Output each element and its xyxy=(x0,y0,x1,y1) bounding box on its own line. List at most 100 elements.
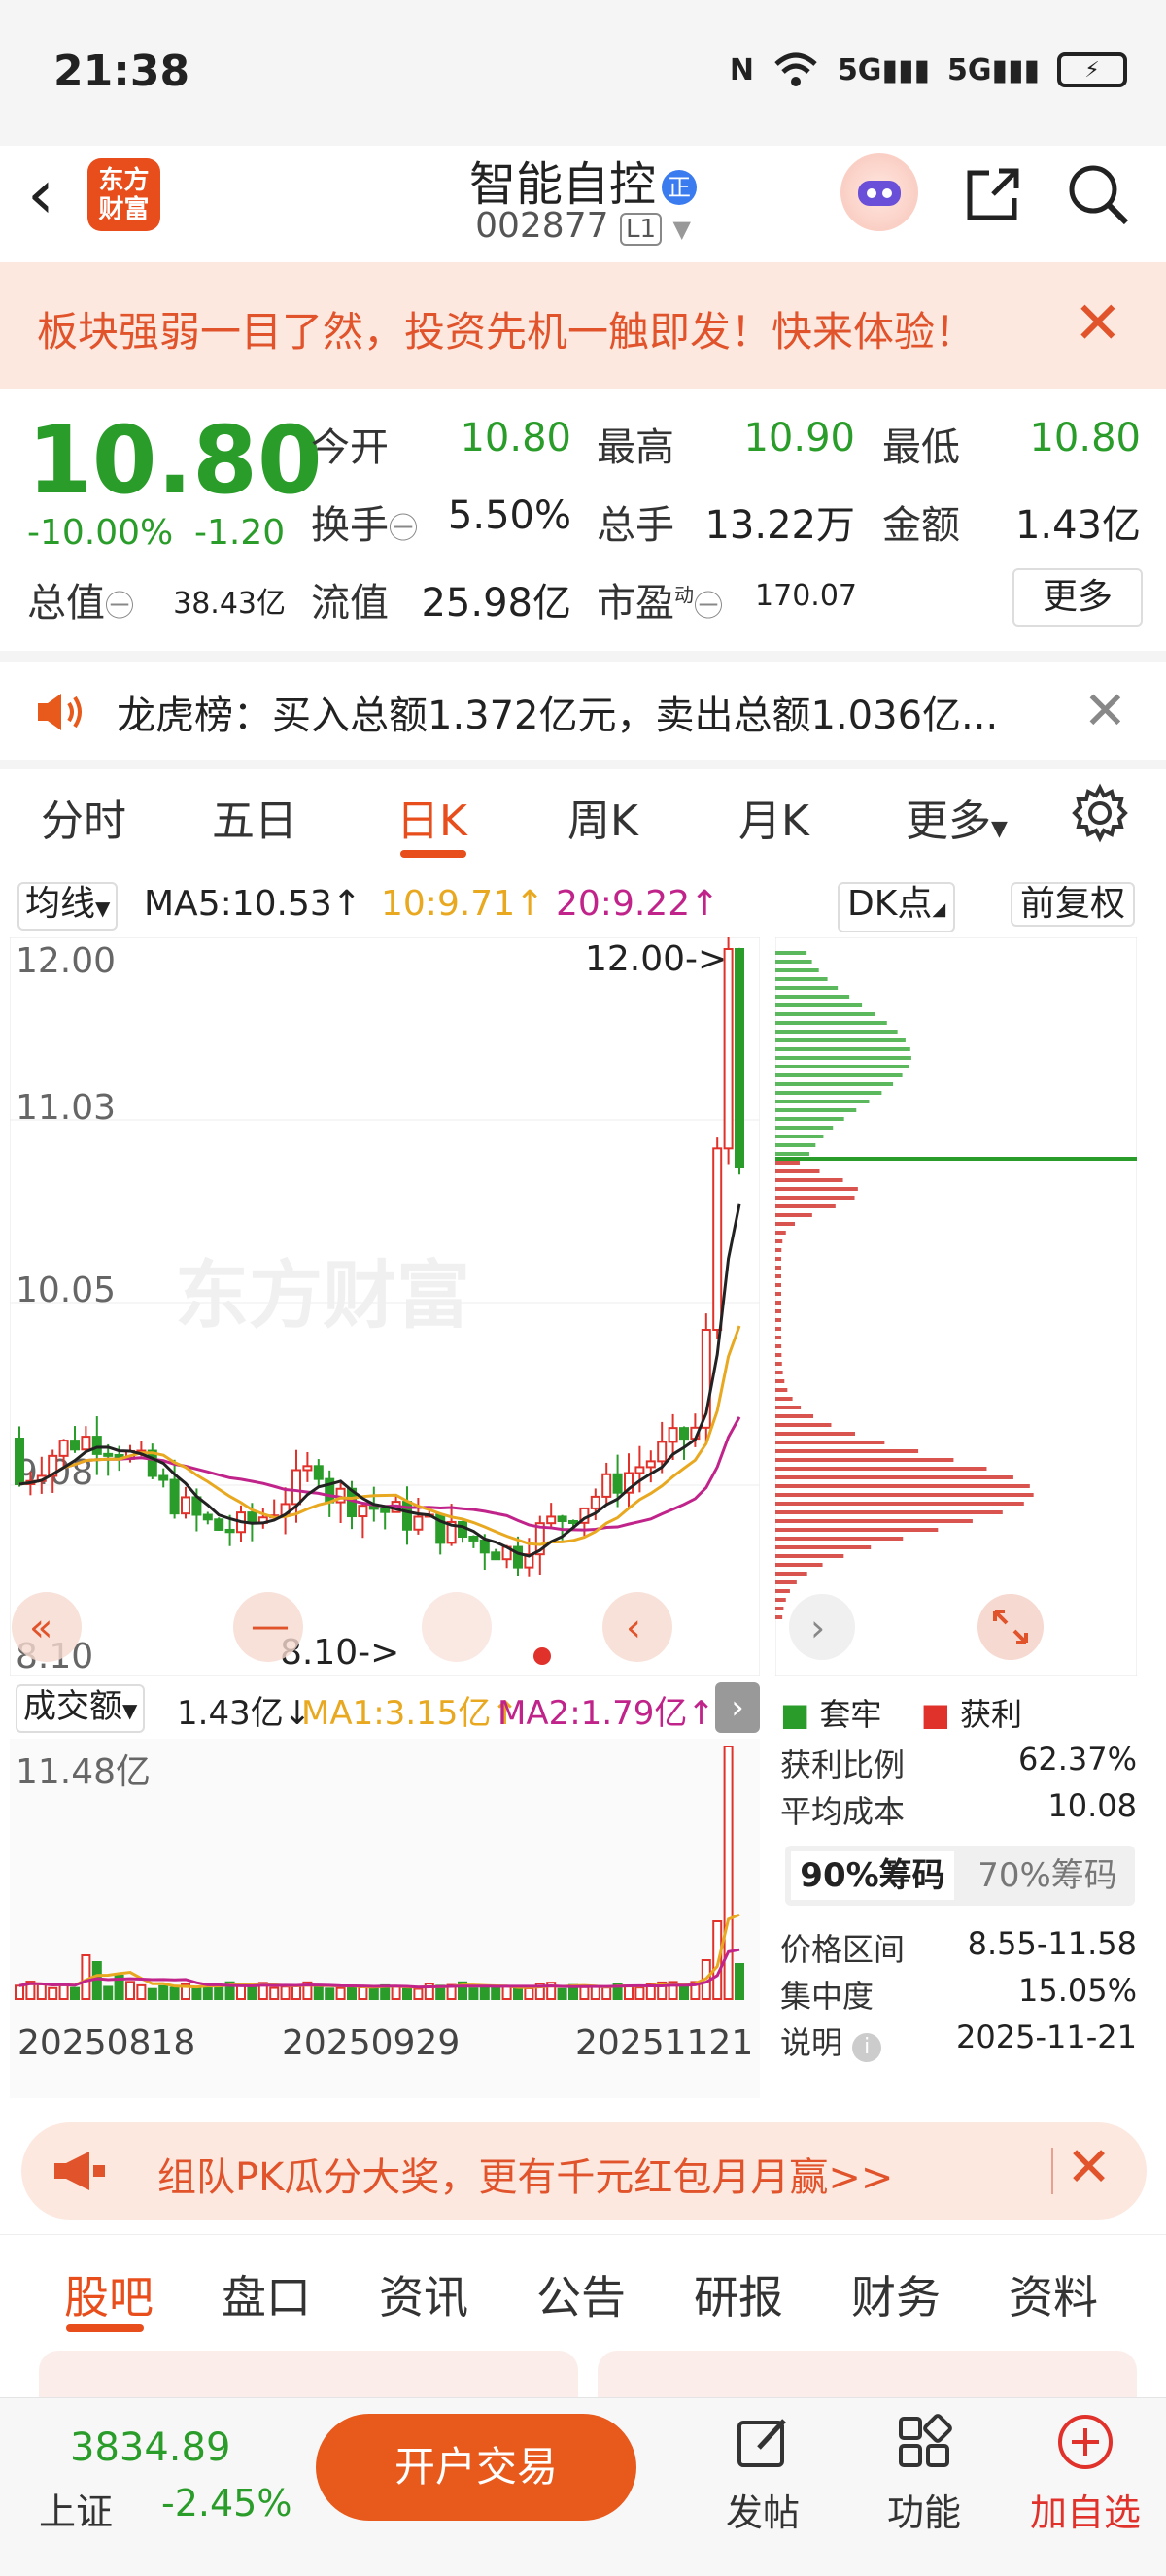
chevron-down-icon: ▼ xyxy=(672,216,691,243)
volume-select[interactable]: 成交额▼ xyxy=(16,1684,146,1733)
chip-bar xyxy=(775,1030,898,1034)
chip-bar xyxy=(775,1082,894,1086)
chip-bar xyxy=(775,1362,782,1366)
chip-bar xyxy=(775,1318,782,1322)
next-button[interactable]: › xyxy=(789,1594,855,1660)
tab-monthly-k[interactable]: 月K xyxy=(738,786,809,848)
status-icons: N 5G▮▮▮ 5G▮▮▮ ⚡ xyxy=(730,51,1127,89)
zoom-in-button[interactable] xyxy=(422,1592,492,1662)
index-change[interactable]: -2.45% xyxy=(161,2482,292,2525)
tab-research[interactable]: 研报 xyxy=(694,2262,783,2326)
zoom-out-button[interactable]: — xyxy=(233,1592,303,1662)
svg-text:—: — xyxy=(251,1604,290,1648)
adjust-button[interactable]: 前复权 xyxy=(1011,882,1136,927)
content-card[interactable] xyxy=(598,2351,1137,2399)
close-icon[interactable]: ✕ xyxy=(1066,2136,1112,2199)
promo-banner[interactable]: 板块强弱一目了然，投资先机一触即发！快来体验！ ✕ xyxy=(0,262,1166,389)
volume-bar xyxy=(48,1986,58,2000)
chip-bar xyxy=(775,1441,885,1444)
post-button[interactable]: 发帖 xyxy=(700,2413,826,2536)
robot-avatar[interactable] xyxy=(840,153,918,231)
dk-point-button[interactable]: DK点◢ xyxy=(838,882,956,932)
chip-bar xyxy=(775,1388,788,1392)
scroll-left-button[interactable]: « xyxy=(12,1592,82,1662)
chip-bar xyxy=(775,1309,782,1313)
volume-bar xyxy=(147,1987,157,2001)
turnover-value: 5.50% xyxy=(447,493,571,538)
tab-announcements[interactable]: 公告 xyxy=(536,2262,626,2326)
gear-icon[interactable] xyxy=(1069,782,1131,844)
add-watchlist-button[interactable]: 加自选 xyxy=(1022,2413,1149,2536)
avg-cost-label: 平均成本 xyxy=(780,1793,906,1830)
pe-label: 市盈动㊀ xyxy=(597,581,723,626)
candle-body xyxy=(546,1515,557,1525)
volume-bar xyxy=(191,1986,202,2001)
info-icon[interactable]: ㊀ xyxy=(389,512,418,546)
chip-bar xyxy=(775,1406,802,1409)
share-icon[interactable] xyxy=(962,163,1024,225)
tab-forum[interactable]: 股吧 xyxy=(64,2262,154,2326)
ma5-value: MA5:10.53↑ xyxy=(144,884,361,924)
chip-bar xyxy=(775,1598,786,1602)
low-value: 10.80 xyxy=(1029,416,1141,460)
tab-orderbook[interactable]: 盘口 xyxy=(222,2262,311,2326)
app-logo[interactable]: 东方 财富 xyxy=(87,158,160,231)
candle-body xyxy=(224,1528,235,1534)
stock-title: 智能自控正 xyxy=(408,146,758,214)
volume-bar xyxy=(579,1985,590,2001)
tab-chip-70[interactable]: 70%筹码 xyxy=(966,1851,1129,1900)
open-account-button[interactable]: 开户交易 xyxy=(316,2414,636,2521)
tab-news[interactable]: 资讯 xyxy=(379,2262,468,2326)
index-name[interactable]: 上证 xyxy=(39,2482,113,2535)
tab-weekly-k[interactable]: 周K xyxy=(567,786,638,848)
chip-bar xyxy=(775,1607,784,1610)
tab-profile[interactable]: 资料 xyxy=(1009,2262,1098,2326)
chip-distribution-chart[interactable]: › xyxy=(775,937,1137,1676)
search-icon[interactable] xyxy=(1064,160,1132,228)
event-dot[interactable] xyxy=(533,1647,551,1665)
close-icon[interactable]: ✕ xyxy=(1083,680,1127,741)
close-icon[interactable]: ✕ xyxy=(1074,289,1122,357)
candle-body xyxy=(81,1436,91,1451)
tab-intraday[interactable]: 分时 xyxy=(41,786,126,848)
status-time: 21:38 xyxy=(53,47,190,96)
speaker-icon xyxy=(38,694,82,730)
volume-bar xyxy=(325,1987,335,2000)
chip-bar xyxy=(775,1169,820,1173)
stock-code-row[interactable]: 002877 L1 ▼ xyxy=(408,206,758,246)
tab-underline xyxy=(400,850,466,858)
high-marker: 12.00-> xyxy=(585,939,727,979)
function-button[interactable]: 功能 xyxy=(861,2413,987,2536)
open-value: 10.80 xyxy=(460,416,571,460)
content-card[interactable] xyxy=(39,2351,578,2399)
info-icon[interactable]: ㊀ xyxy=(694,590,723,624)
tab-finance[interactable]: 财务 xyxy=(851,2262,941,2326)
index-value[interactable]: 3834.89 xyxy=(70,2425,230,2470)
info-icon[interactable]: ㊀ xyxy=(105,590,134,624)
chip-bar xyxy=(775,1554,844,1558)
chip-bar xyxy=(775,1510,1003,1514)
promo-banner-2[interactable]: 组队PK瓜分大奖，更有千元红包月月赢>> ✕ xyxy=(21,2122,1147,2220)
candle-body xyxy=(58,1440,69,1457)
volume-ma2: MA2:1.79亿↑ xyxy=(497,1694,715,1733)
back-icon[interactable]: ‹ xyxy=(27,155,86,233)
dragon-tiger-bar[interactable]: 龙虎榜：买入总额1.372亿元，卖出总额1.036亿... ✕ xyxy=(0,662,1166,760)
scroll-right-button[interactable]: ‹ xyxy=(602,1592,672,1662)
chevron-right-icon[interactable]: › xyxy=(715,1682,760,1733)
candle-body xyxy=(103,1452,114,1457)
float-value: 25.98亿 xyxy=(421,581,571,626)
tab-more[interactable]: 更多▼ xyxy=(906,786,1008,848)
chip-bar xyxy=(775,1353,782,1357)
chip-bar xyxy=(775,1537,904,1541)
tab-chip-90[interactable]: 90%筹码 xyxy=(791,1851,954,1900)
chip-bar xyxy=(775,1056,911,1060)
expand-icon[interactable] xyxy=(977,1594,1044,1660)
more-button[interactable]: 更多 xyxy=(1012,568,1143,627)
tab-daily-k[interactable]: 日K xyxy=(396,786,467,848)
tab-five-day[interactable]: 五日 xyxy=(212,786,297,848)
info-icon[interactable]: i xyxy=(852,2033,882,2062)
chip-bar xyxy=(775,1161,800,1165)
kline-chart[interactable]: 东方财富 12.00 11.03 10.05 9.08 8.10 12.00->… xyxy=(10,937,760,1676)
ma-select[interactable]: 均线▼ xyxy=(17,882,119,931)
chip-bar xyxy=(775,1327,782,1331)
